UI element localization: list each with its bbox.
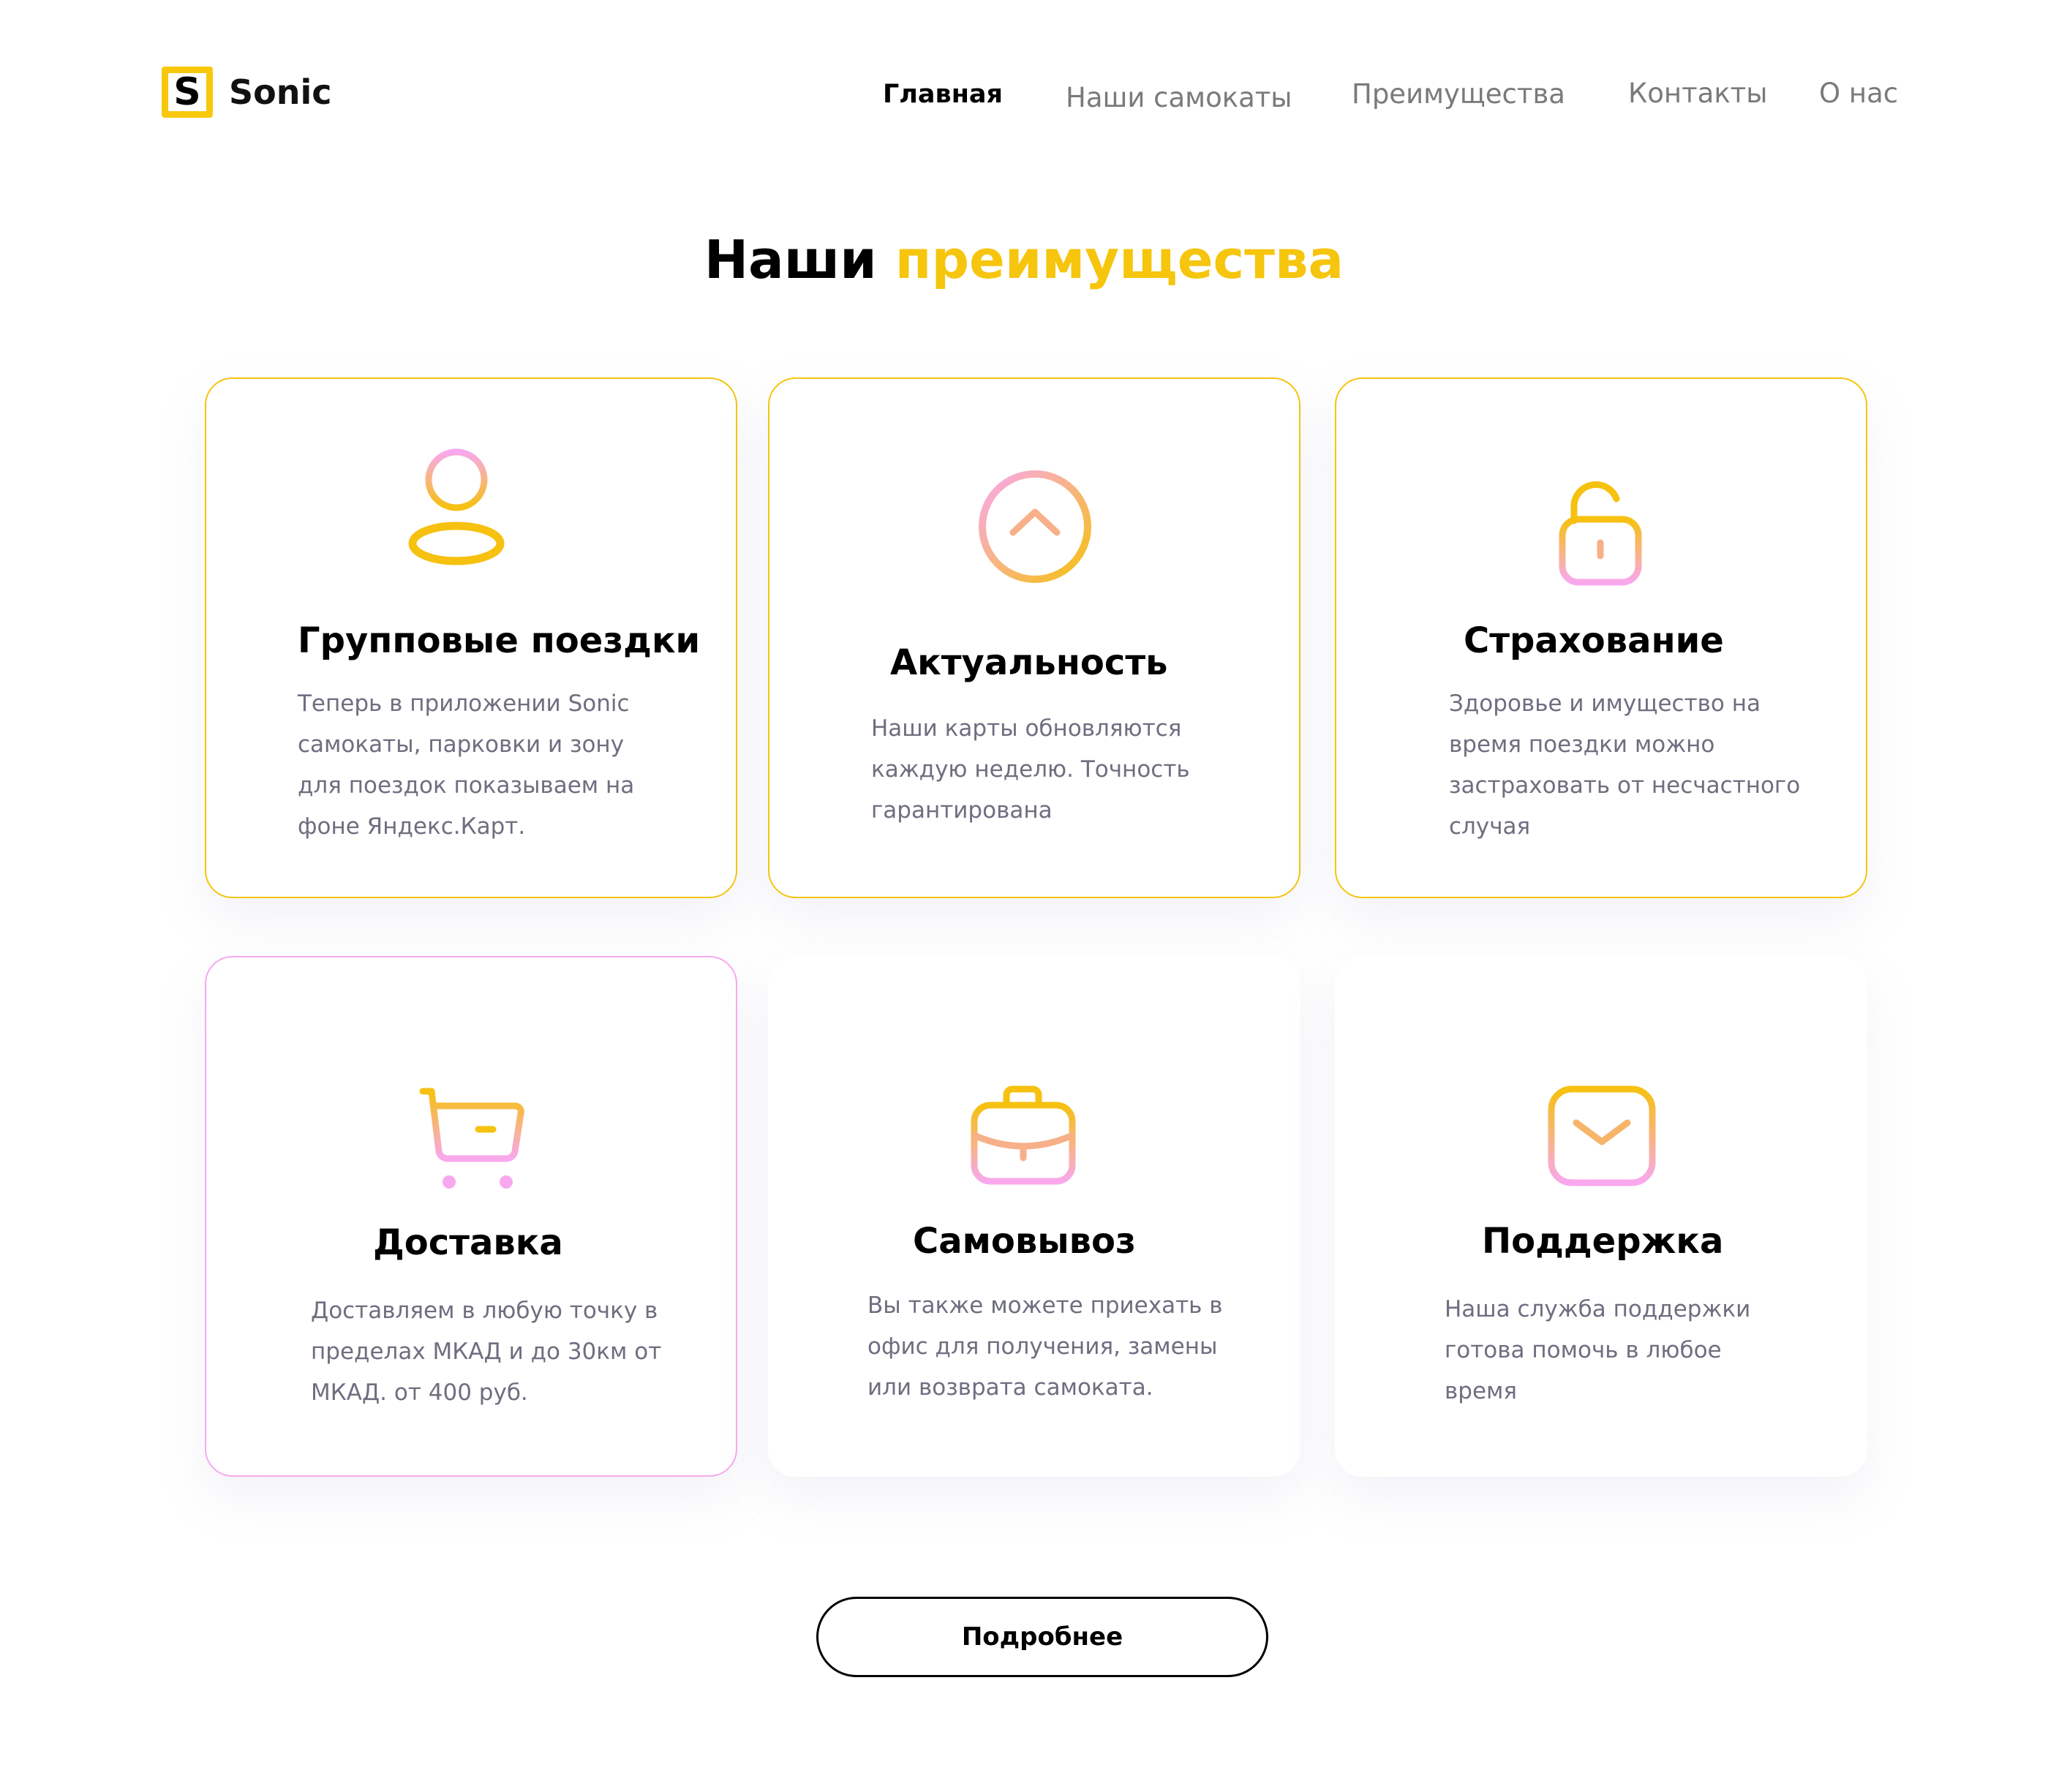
card-title: Актуальность [890,642,1168,683]
nav-link-contacts[interactable]: Контакты [1628,80,1767,107]
nav-link-about[interactable]: О нас [1819,80,1898,107]
card-text: Наша служба поддержки готова помочь в лю… [1445,1296,1751,1404]
logo-mark: S [162,67,213,118]
user-icon [408,448,505,565]
more-button[interactable]: Подробнее [816,1597,1268,1677]
section-title-accent: преимущества [895,229,1344,290]
chevron-up-circle-icon [979,470,1091,583]
brand-name: Sonic [229,72,332,112]
section-title: Наши преимущества [0,232,2048,288]
card-title: Страхование [1464,620,1724,661]
nav-link-advantages[interactable]: Преимущества [1352,80,1565,108]
card-text: Теперь в приложении Sonic самокаты, парк… [298,690,635,840]
advantage-card-group-rides: Групповые поездки Теперь в приложении So… [205,377,737,898]
card-text: Вы также можете приехать в офис для полу… [867,1292,1223,1401]
card-text: Доставляем в любую точку в пределах МКАД… [311,1298,662,1406]
logo[interactable]: S Sonic [162,67,332,118]
nav-link-home[interactable]: Главная [883,82,1003,108]
mail-icon [1548,1085,1656,1186]
card-text: Наши карты обновляются каждую неделю. То… [871,715,1190,824]
card-title: Групповые поездки [298,620,701,661]
advantage-card-delivery: Доставка Доставляем в любую точку в пред… [205,956,737,1477]
card-text: Здоровье и имущество на время поездки мо… [1449,690,1801,840]
advantage-card-pickup: Самовывоз Вы также можете приехать в офи… [768,956,1300,1477]
section-title-main: Наши [704,229,877,290]
advantage-card-insurance: Страхование Здоровье и имущество на врем… [1335,377,1867,898]
card-title: Доставка [373,1222,563,1263]
cart-icon [419,1088,524,1189]
card-title: Поддержка [1482,1221,1724,1262]
unlock-icon [1559,481,1642,586]
card-title: Самовывоз [913,1221,1136,1262]
advantage-card-support: Поддержка Наша служба поддержки готова п… [1335,956,1867,1477]
nav-link-scooters[interactable]: Наши самокаты [1066,84,1292,111]
briefcase-icon [971,1085,1076,1185]
advantage-card-actuality: Актуальность Наши карты обновляются кажд… [768,377,1300,898]
